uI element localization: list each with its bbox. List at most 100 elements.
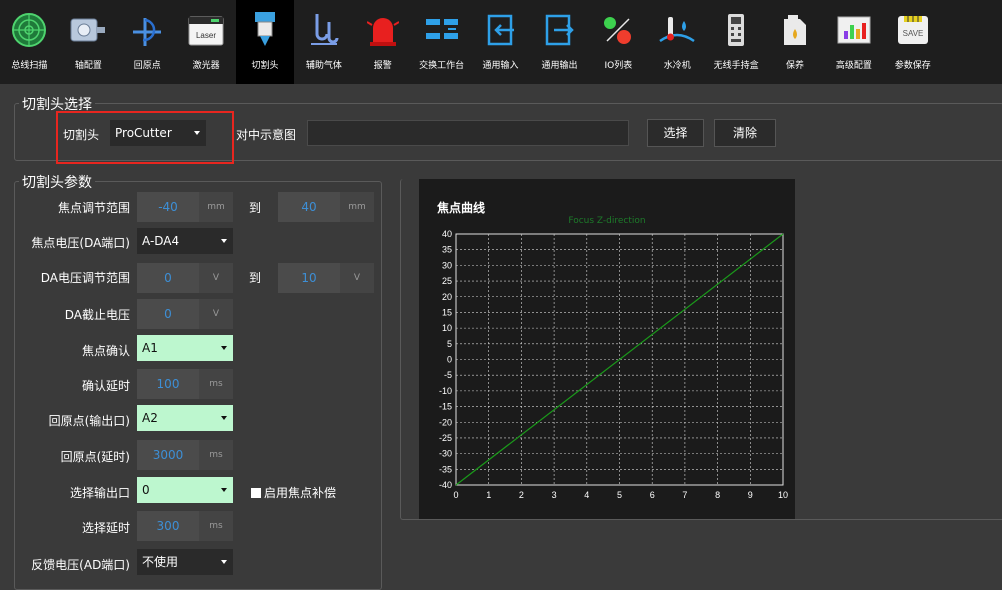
da-max-value: 10	[301, 271, 317, 285]
feedback-combo[interactable]: 不使用	[137, 549, 233, 575]
toolbar-label: 无线手持盒	[713, 61, 759, 71]
focus-min-unit: mm	[199, 192, 233, 222]
toolbar-item-save[interactable]: SAVE 参数保存	[883, 0, 942, 84]
focus-max-value: 40	[301, 200, 317, 214]
toolbar-item-motor[interactable]: 轴配置	[59, 0, 118, 84]
chevron-down-icon	[221, 346, 227, 350]
y-tick-label: -40	[439, 480, 452, 490]
home-output-value: A2	[142, 411, 158, 425]
da-min-unit: V	[199, 263, 233, 293]
y-tick-label: -5	[444, 370, 452, 380]
select-output-label: 选择输出口	[69, 486, 130, 500]
select-output-value: 0	[142, 483, 150, 497]
toolbar-label: 水冷机	[663, 61, 691, 71]
y-tick-label: -10	[439, 386, 452, 396]
toolbar-item-home-return[interactable]: 回原点	[118, 0, 177, 84]
exchange-table-icon	[422, 10, 462, 50]
y-tick-label: 10	[442, 323, 452, 333]
focus-curve-chart: 焦点曲线 Focus Z-direction 0 1 2 3 4 5 6 7 8 9 10 40 35 3…	[419, 179, 795, 519]
select-output-combo[interactable]: 0	[137, 477, 233, 503]
toolbar-item-io-list[interactable]: IO列表	[589, 0, 648, 84]
save-icon: SAVE	[893, 10, 933, 50]
select-delay-value: 300	[156, 519, 180, 533]
da-range-label: DA电压调节范围	[40, 271, 130, 285]
toolbar-item-output[interactable]: 通用输出	[530, 0, 589, 84]
y-tick-label: -20	[439, 417, 452, 427]
diagram-path-field[interactable]	[307, 120, 629, 146]
toolbar-label: 参数保存	[894, 61, 931, 71]
y-tick-label: 15	[442, 307, 452, 317]
focus-confirm-combo[interactable]: A1	[137, 335, 233, 361]
da-min-spinbox[interactable]: 0 V	[137, 263, 233, 293]
home-delay-spinbox[interactable]: 3000 ms	[137, 440, 233, 470]
clear-button[interactable]: 清除	[714, 119, 776, 147]
svg-text:SAVE: SAVE	[902, 29, 923, 38]
io-list-icon	[598, 10, 638, 50]
toolbar-item-advanced-config[interactable]: 高级配置	[824, 0, 883, 84]
focus-min-value: -40	[158, 200, 178, 214]
toolbar-item-laser[interactable]: Laser 激光器	[177, 0, 236, 84]
y-tick-label: 25	[442, 276, 452, 286]
toolbar-label: 报警	[373, 61, 392, 71]
toolbar-label: 高级配置	[835, 61, 872, 71]
alarm-icon	[363, 10, 403, 50]
toolbar-item-input[interactable]: 通用输入	[471, 0, 530, 84]
toolbar-label: 回原点	[133, 61, 161, 71]
toolbar-item-wireless-remote[interactable]: 无线手持盒	[707, 0, 766, 84]
y-tick-label: 5	[447, 339, 452, 349]
da-cutoff-value: 0	[164, 307, 172, 321]
y-tick-label: 30	[442, 260, 452, 270]
enable-comp-checkbox[interactable]: 启用焦点补偿	[251, 484, 336, 501]
wireless-remote-icon	[716, 10, 756, 50]
main-toolbar: 总线扫描 轴配置 回原点 Laser 激光器 切割头 辅助气体 报警 交换工作台 通用输入 通用输出…	[0, 0, 1002, 84]
maintenance-icon	[775, 10, 815, 50]
home-output-combo[interactable]: A2	[137, 405, 233, 431]
da-cutoff-label: DA截止电压	[64, 308, 130, 322]
focus-voltage-combo[interactable]: A-DA4	[137, 228, 233, 254]
advanced-config-icon	[834, 10, 874, 50]
focus-min-spinbox[interactable]: -40 mm	[137, 192, 233, 222]
x-tick-label: 8	[715, 490, 720, 500]
da-cutoff-unit: V	[199, 299, 233, 329]
toolbar-item-alarm[interactable]: 报警	[353, 0, 412, 84]
da-max-spinbox[interactable]: 10 V	[278, 263, 374, 293]
toolbar-item-radar[interactable]: 总线扫描	[0, 0, 59, 84]
confirm-delay-unit: ms	[199, 369, 233, 399]
da-min-value: 0	[164, 271, 172, 285]
confirm-delay-label: 确认延时	[81, 379, 130, 393]
x-tick-label: 4	[584, 490, 589, 500]
toolbar-item-maintenance[interactable]: 保养	[766, 0, 825, 84]
y-tick-label: 35	[442, 245, 452, 255]
y-tick-label: -35	[439, 464, 452, 474]
focus-max-spinbox[interactable]: 40 mm	[278, 192, 374, 222]
confirm-delay-spinbox[interactable]: 100 ms	[137, 369, 233, 399]
select-button[interactable]: 选择	[647, 119, 704, 147]
y-tick-label: 0	[447, 355, 452, 365]
toolbar-item-exchange-table[interactable]: 交换工作台	[412, 0, 471, 84]
home-output-label: 回原点(输出口)	[48, 414, 130, 428]
x-tick-label: 7	[682, 490, 687, 500]
output-icon	[539, 10, 579, 50]
enable-comp-label: 启用焦点补偿	[264, 486, 337, 500]
chevron-down-icon	[221, 488, 227, 492]
motor-icon	[68, 10, 108, 50]
select-delay-spinbox[interactable]: 300 ms	[137, 511, 233, 541]
toolbar-item-water-chiller[interactable]: 水冷机	[648, 0, 707, 84]
focus-max-unit: mm	[340, 192, 374, 222]
radar-icon	[9, 10, 49, 50]
x-tick-label: 5	[617, 490, 622, 500]
toolbar-item-cutting-head[interactable]: 切割头	[235, 0, 295, 84]
feedback-value: 不使用	[142, 555, 179, 569]
focus-voltage-value: A-DA4	[142, 234, 180, 248]
y-tick-label: 40	[442, 229, 452, 239]
x-tick-label: 1	[486, 490, 491, 500]
focus-confirm-value: A1	[142, 341, 158, 355]
toolbar-label: 总线扫描	[11, 61, 48, 71]
toolbar-item-gas[interactable]: 辅助气体	[294, 0, 353, 84]
da-cutoff-spinbox[interactable]: 0 V	[137, 299, 233, 329]
water-chiller-icon	[657, 10, 697, 50]
focus-voltage-label: 焦点电压(DA端口)	[31, 236, 130, 250]
feedback-label: 反馈电压(AD端口)	[31, 558, 130, 572]
toolbar-label: 交换工作台	[419, 61, 465, 71]
chart-plot: 0 1 2 3 4 5 6 7 8 9 10 40 35 30 25 20 15 10 5 0 -5 -10 -15 -20 -…	[439, 229, 788, 500]
